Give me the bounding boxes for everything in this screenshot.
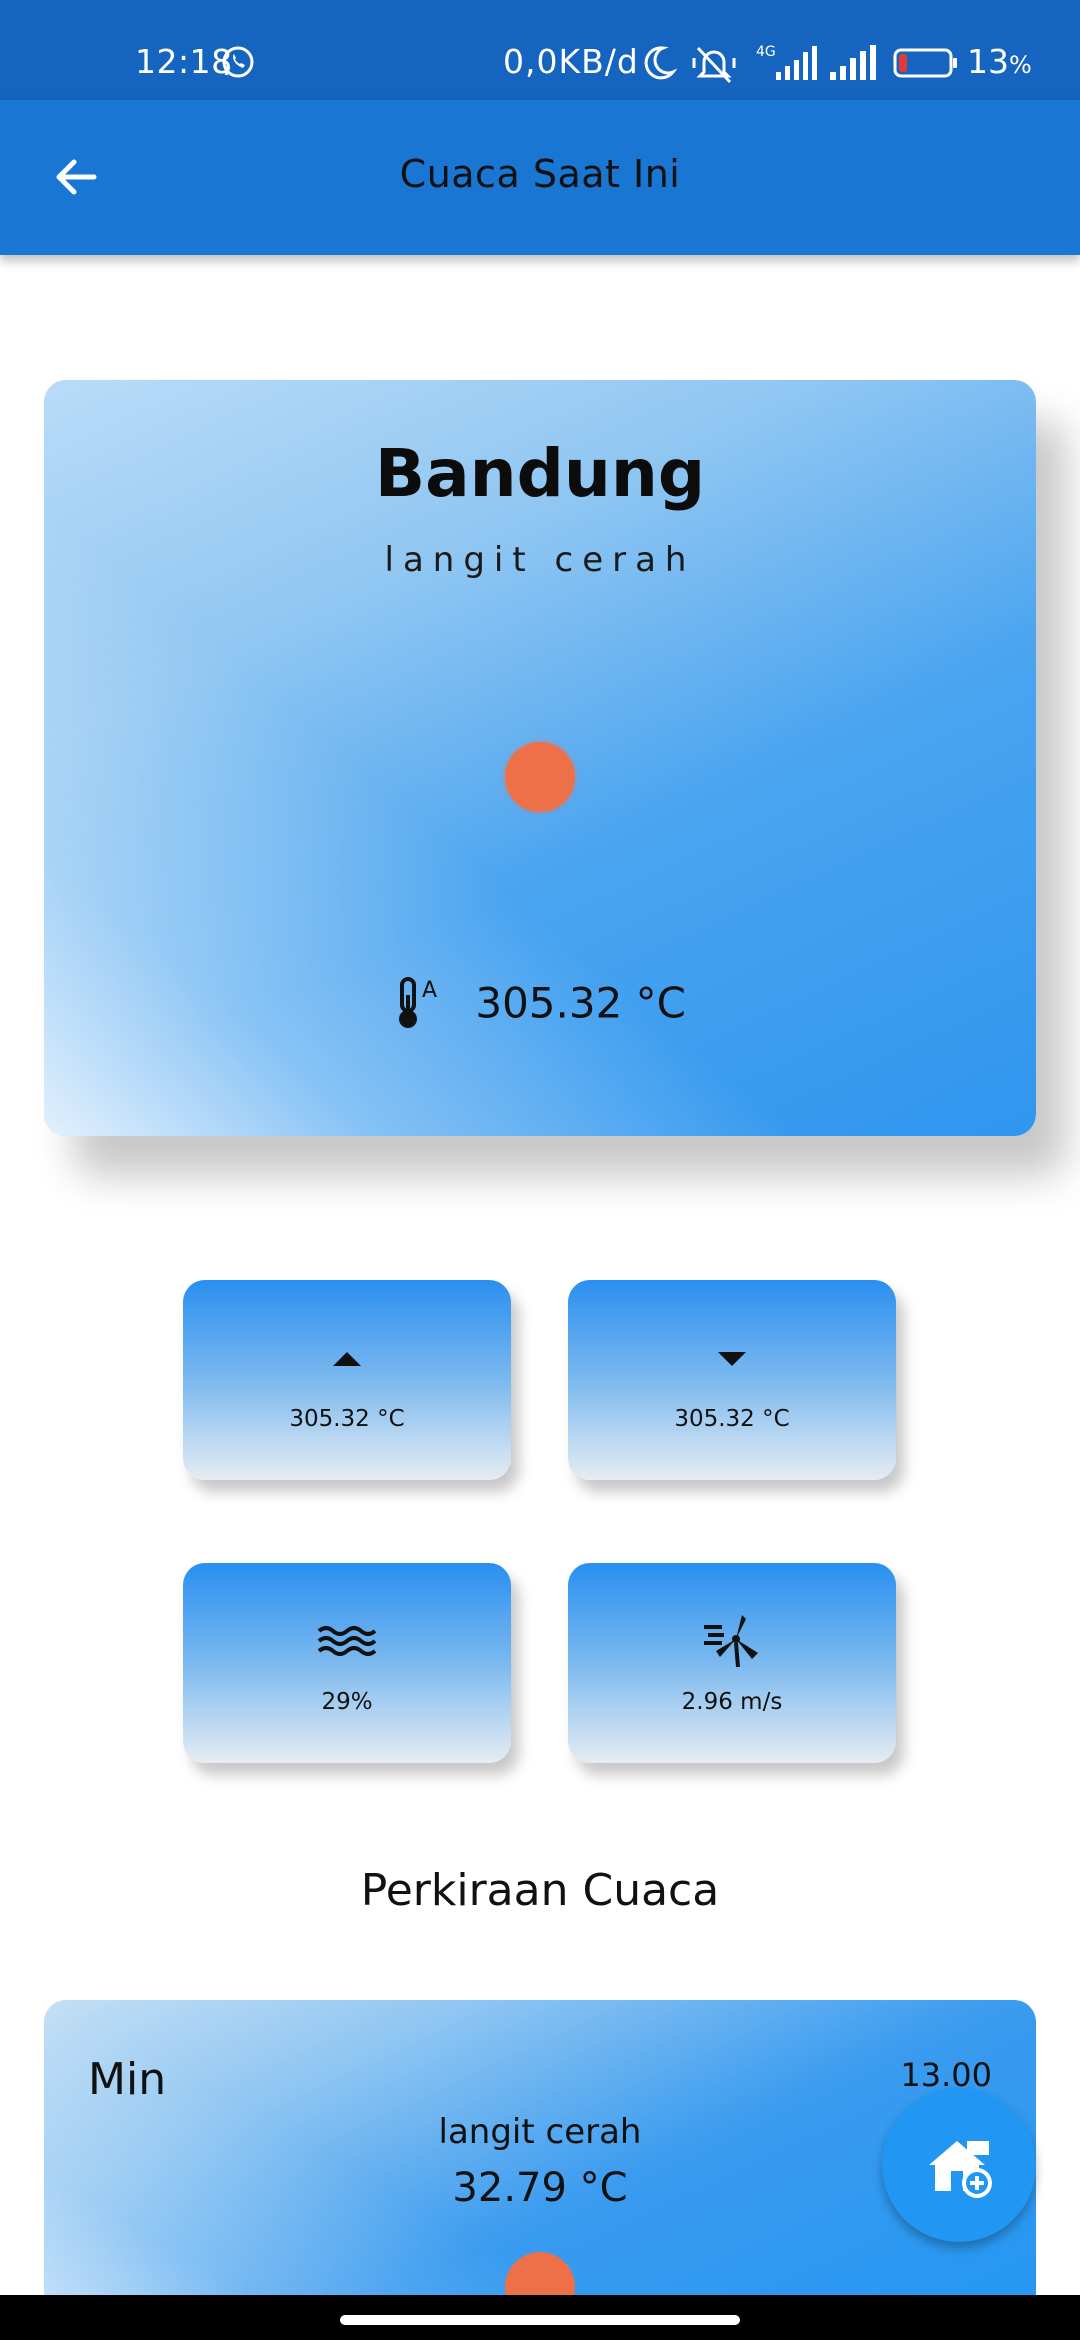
status-net-speed: 0,0KB/d [503, 42, 639, 81]
signal-icon [830, 45, 876, 80]
app-bar: Cuaca Saat Ini [0, 100, 1080, 255]
temp-max-value: 305.32 °C [289, 1406, 405, 1432]
current-weather-card: Bandung langit cerah A 305.32 °C [44, 380, 1036, 1136]
city-name: Bandung [374, 435, 706, 512]
add-location-home-icon [929, 2141, 992, 2198]
caret-down-icon [718, 1352, 746, 1366]
battery-percent: 13% [967, 42, 1032, 81]
add-location-button[interactable] [882, 2088, 1036, 2242]
current-temperature: A 305.32 °C [44, 975, 1036, 1031]
status-time: 12:18 [135, 42, 233, 81]
status-bar: 12:18 0,0KB/d 4G 13% [0, 0, 1080, 100]
thermometer-auto-icon: A [399, 977, 437, 1028]
svg-text:A: A [422, 978, 437, 1003]
page-title: Cuaca Saat Ini [399, 152, 681, 196]
moon-icon [644, 46, 677, 80]
screen: 12:18 0,0KB/d 4G 13% Cuaca Saat Ini Band… [0, 0, 1080, 2340]
temp-min-value: 305.32 °C [674, 1406, 790, 1432]
signal-4g-icon: 4G [756, 44, 817, 80]
weather-description: langit cerah [384, 540, 696, 580]
mute-icon [692, 46, 736, 84]
wind-speed-value: 2.96 m/s [681, 1689, 783, 1715]
navigation-bar [0, 2295, 1080, 2340]
wind-turbine-icon [704, 1615, 758, 1668]
forecast-label: Min [88, 2054, 167, 2105]
home-gesture-handle[interactable] [340, 2315, 740, 2325]
humidity-card: 29% [183, 1563, 511, 1763]
whatsapp-icon [222, 46, 254, 78]
waves-icon [317, 1626, 377, 1656]
caret-up-icon [333, 1352, 361, 1366]
temp-max-card: 305.32 °C [183, 1280, 511, 1480]
network-type-label: 4G [756, 44, 776, 60]
wind-card: 2.96 m/s [568, 1563, 896, 1763]
sun-icon [505, 742, 575, 812]
current-temperature-value: 305.32 °C [475, 978, 686, 1028]
forecast-title: Perkiraan Cuaca [360, 1865, 720, 1916]
temp-min-card: 305.32 °C [568, 1280, 896, 1480]
battery-icon [893, 48, 957, 78]
humidity-value: 29% [321, 1689, 373, 1715]
